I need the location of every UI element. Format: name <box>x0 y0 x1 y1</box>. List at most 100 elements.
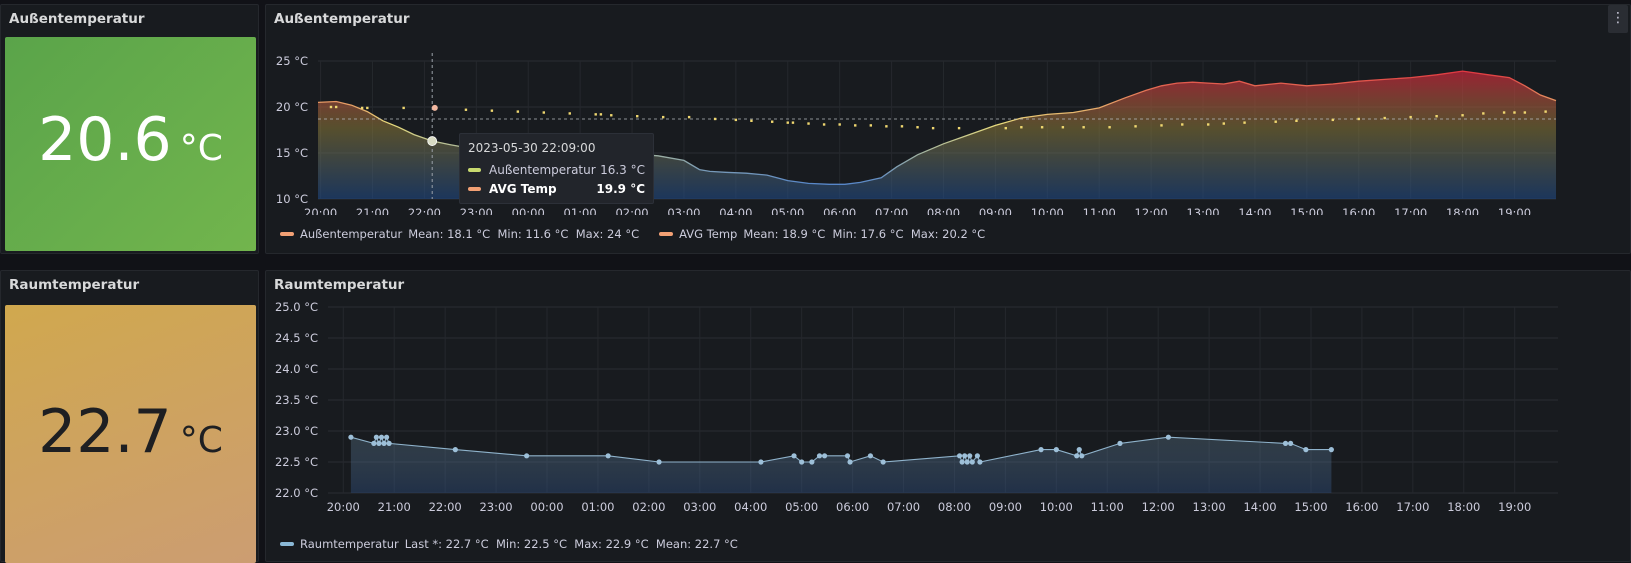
avg-temp-point <box>542 111 545 114</box>
x-tick-label: 05:00 <box>785 500 818 514</box>
avg-temp-point <box>822 123 826 126</box>
avg-temp-point <box>464 108 468 111</box>
x-tick-label: 01:00 <box>564 206 597 215</box>
avg-temp-point <box>916 126 919 129</box>
y-tick-label: 10 °C <box>276 192 308 206</box>
x-tick-label: 08:00 <box>927 206 960 215</box>
room-stat-unit: °C <box>179 420 223 461</box>
avg-temp-point <box>1181 123 1184 126</box>
avg-temp-point <box>661 115 665 119</box>
x-tick-label: 16:00 <box>1342 206 1375 215</box>
room-stat-value: 22.7 °C <box>5 397 256 467</box>
room-stat-value-box: 22.7 °C <box>5 305 256 563</box>
avg-temp-point <box>900 125 904 128</box>
avg-temp-point <box>1004 126 1007 130</box>
x-tick-label: 18:00 <box>1446 206 1479 215</box>
avg-temp-point <box>1274 120 1277 123</box>
room-temp-point <box>1053 447 1059 453</box>
room-stat-panel[interactable]: Raumtemperatur 22.7 °C <box>0 270 259 563</box>
avg-temp-point <box>786 121 789 124</box>
avg-temp-point <box>360 106 364 110</box>
room-temp-point <box>371 440 377 446</box>
avg-temp-point <box>568 112 571 115</box>
y-tick-label: 25.0 °C <box>275 300 318 314</box>
x-tick-label: 00:00 <box>512 206 545 215</box>
avg-temp-point <box>1383 116 1386 120</box>
avg-temp-point <box>1295 119 1298 122</box>
avg-temp-point <box>807 122 810 125</box>
x-tick-label: 15:00 <box>1294 500 1327 514</box>
room-temp-point <box>791 453 797 459</box>
avg-temp-point <box>594 113 597 116</box>
y-tick-label: 22.0 °C <box>275 486 318 500</box>
room-temp-point <box>1074 453 1080 459</box>
x-tick-label: 06:00 <box>823 206 856 215</box>
room-temp-point <box>844 453 851 459</box>
x-tick-label: 11:00 <box>1091 500 1124 514</box>
avg-temp-point <box>636 115 639 118</box>
legend-item-label: Raumtemperatur <box>300 537 399 551</box>
room-temp-point <box>1288 440 1294 446</box>
x-tick-label: 12:00 <box>1135 206 1168 215</box>
outdoor-stat-unit: °C <box>179 128 223 169</box>
avg-temp-point <box>1207 123 1210 126</box>
x-tick-label: 00:00 <box>530 500 563 514</box>
avg-temp-point <box>838 123 841 126</box>
legend-item-avg-temp[interactable]: AVG Temp Mean: 18.9 °C Min: 17.6 °C Max:… <box>659 227 991 241</box>
tooltip-series-value: 19.9 °C <box>596 182 645 196</box>
room-temperature-chart[interactable]: 22.0 °C 22.5 °C 23.0 °C 23.5 °C 24.0 °C 24.5 … <box>266 271 1631 533</box>
x-tick-label: 04:00 <box>734 500 767 514</box>
room-chart-panel[interactable]: Raumtemperatur 22.0 °C 22.5 °C 23.0 °C 23.5… <box>265 270 1631 562</box>
x-tick-label: 12:00 <box>1142 500 1175 514</box>
room-temp-point <box>964 459 970 465</box>
legend-swatch <box>280 542 294 546</box>
avg-temp-point <box>1134 125 1137 128</box>
avg-temp-point <box>713 117 717 121</box>
outdoor-stat-title: Außentemperatur <box>9 11 145 27</box>
avg-temp-point <box>402 106 405 110</box>
x-tick-label: 13:00 <box>1186 206 1219 215</box>
outdoor-stat-value: 20.6 °C <box>5 105 256 175</box>
room-temp-point <box>956 453 963 459</box>
x-tick-label: 04:00 <box>719 206 752 215</box>
outdoor-stat-panel[interactable]: Außentemperatur 20.6 °C <box>0 4 259 254</box>
outdoor-chart-panel[interactable]: Außentemperatur ⋮ 10 °C 15 °C 20 °C 25 °C 20… <box>265 4 1631 254</box>
avg-temp-point <box>1513 111 1516 114</box>
legend-swatch <box>280 232 294 236</box>
room-temp-point <box>962 453 968 459</box>
avg-temp-point <box>1409 115 1412 119</box>
x-tick-label: 14:00 <box>1238 206 1271 215</box>
y-tick-label: 24.5 °C <box>275 331 318 345</box>
legend-item-room-temp[interactable]: Raumtemperatur Last *: 22.7 °C Min: 22.5… <box>280 537 744 551</box>
avg-temp-point <box>1040 126 1044 129</box>
legend-item-label: AVG Temp <box>679 227 738 241</box>
x-tick-label: 14:00 <box>1243 500 1276 514</box>
avg-temp-point <box>1523 111 1527 114</box>
avg-temp-point <box>516 110 520 113</box>
x-tick-label: 02:00 <box>632 500 665 514</box>
room-temp-point <box>816 453 823 459</box>
room-legend: Raumtemperatur Last *: 22.7 °C Min: 22.5… <box>280 537 758 551</box>
avg-temp-point <box>610 114 613 117</box>
x-tick-label: 03:00 <box>683 500 716 514</box>
room-temp-point <box>378 434 385 440</box>
avg-temp-point <box>1222 122 1225 125</box>
legend-item-outdoor-temp[interactable]: Außentemperatur Mean: 18.1 °C Min: 11.6 … <box>280 227 645 241</box>
avg-temp-point <box>1108 126 1111 129</box>
tooltip-series-name: AVG Temp <box>489 182 557 196</box>
room-temp-point <box>1282 440 1289 446</box>
room-temp-point <box>969 459 975 465</box>
room-temp-point <box>383 434 390 440</box>
avg-temp-point <box>329 105 333 109</box>
tooltip-row: Außentemperatur 16.3 °C <box>468 163 645 177</box>
tooltip-series-value: 16.3 °C <box>600 163 645 177</box>
legend-item-stats: Last *: 22.7 °C Min: 22.5 °C Max: 22.9 °… <box>404 537 738 551</box>
room-temp-point <box>867 453 874 459</box>
y-tick-label: 24.0 °C <box>275 362 318 376</box>
x-tick-label: 07:00 <box>887 500 920 514</box>
legend-item-stats: Mean: 18.1 °C Min: 11.6 °C Max: 24 °C <box>408 227 640 241</box>
x-tick-label: 05:00 <box>771 206 804 215</box>
avg-temp-point <box>1544 110 1547 113</box>
y-tick-label: 23.5 °C <box>275 393 318 407</box>
y-tick-label: 22.5 °C <box>275 455 318 469</box>
